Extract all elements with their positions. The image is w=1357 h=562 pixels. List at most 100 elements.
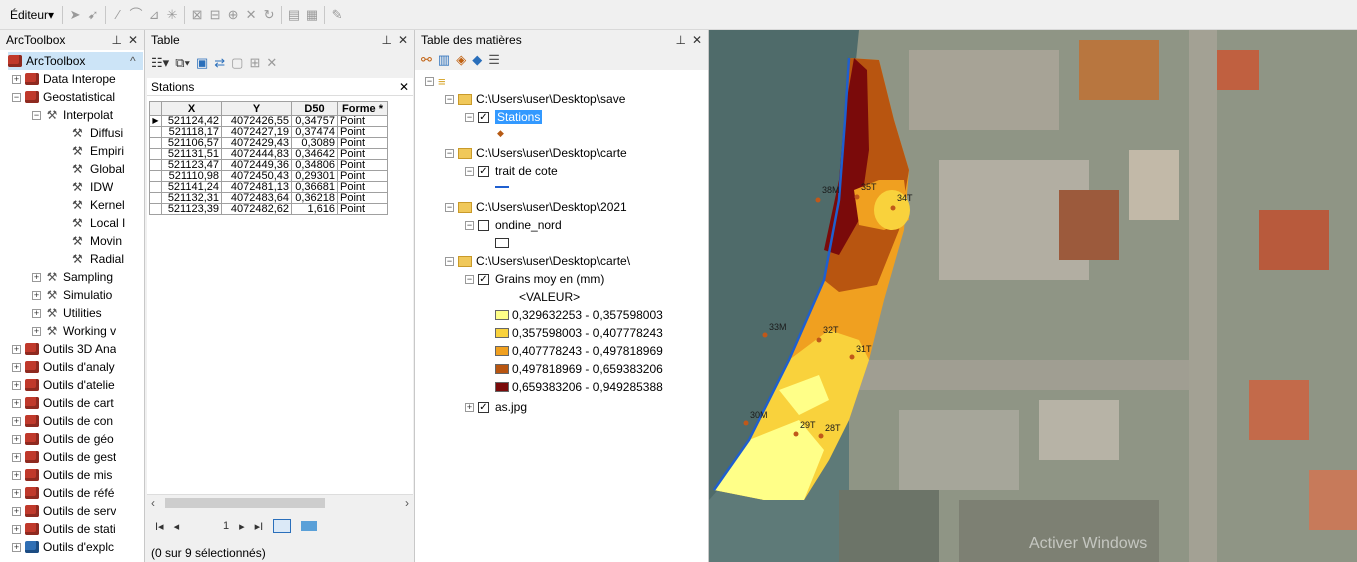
column-header[interactable]: D50 xyxy=(291,101,338,116)
layer-name[interactable]: Stations xyxy=(495,110,543,124)
table-cell[interactable]: 0,34642 xyxy=(291,148,338,160)
tree-item[interactable]: ⚒ Diffusi xyxy=(72,124,123,142)
editor-menu-button[interactable]: Éditeur▾ xyxy=(6,8,58,22)
table-cell[interactable]: 4072426,55 xyxy=(221,115,292,127)
expand-icon[interactable]: + xyxy=(12,380,21,390)
tree-item[interactable]: + Outils de réfé xyxy=(12,484,114,502)
collapse-icon[interactable]: − xyxy=(465,112,474,122)
layer-name[interactable]: ondine_nord xyxy=(495,218,562,232)
record-number-field[interactable]: 1 xyxy=(189,520,229,532)
table-cell[interactable]: 4072449,36 xyxy=(221,159,292,171)
collapse-icon[interactable]: − xyxy=(32,110,41,120)
collapse-icon[interactable]: − xyxy=(465,166,474,176)
table-cell[interactable]: 0,36218 xyxy=(291,192,338,204)
table-cell[interactable]: 521124,42 xyxy=(161,115,222,127)
row-selector[interactable]: ▶ xyxy=(149,115,162,127)
table-cell[interactable]: 4072481,13 xyxy=(221,181,292,193)
tree-item[interactable]: ⚒ Local I xyxy=(72,214,125,232)
tree-item[interactable]: ⚒ Radial xyxy=(72,250,124,268)
collapse-icon[interactable]: − xyxy=(465,274,474,284)
station-point[interactable] xyxy=(816,337,822,343)
switch-selection-icon[interactable]: ⇄ xyxy=(214,55,225,71)
table-row[interactable]: 521131,51 4072444,83 0,34642 Point xyxy=(149,148,388,160)
row-selector[interactable] xyxy=(149,137,162,149)
table-cell[interactable]: 4072427,19 xyxy=(221,126,292,138)
tree-root[interactable]: ArcToolbox ^ xyxy=(8,52,143,70)
table-cell[interactable]: Point xyxy=(337,126,388,138)
reshape-icon[interactable]: ⊕ xyxy=(225,7,241,23)
close-icon[interactable]: ✕ xyxy=(692,33,702,47)
rotate-icon[interactable]: ↻ xyxy=(261,7,277,23)
tree-item[interactable]: + Outils d'analy xyxy=(12,358,115,376)
edit-annotation-icon[interactable]: ➹ xyxy=(85,7,101,23)
close-icon[interactable]: ✕ xyxy=(128,33,138,47)
table-cell[interactable]: 0,34757 xyxy=(291,115,338,127)
row-selector[interactable] xyxy=(149,181,162,193)
zoom-selected-icon[interactable]: ⊞ xyxy=(249,55,260,71)
trait-symbol[interactable] xyxy=(495,178,509,196)
collapse-icon[interactable]: − xyxy=(425,76,434,86)
table-cell[interactable]: 521123,39 xyxy=(161,203,222,215)
expand-icon[interactable]: + xyxy=(32,290,41,300)
layer-name[interactable]: Grains moy en (mm) xyxy=(495,272,604,286)
tree-item[interactable]: + Outils de serv xyxy=(12,502,116,520)
table-layer-tab[interactable]: Stations ✕ xyxy=(147,78,413,96)
tree-item[interactable]: + Outils d'atelie xyxy=(12,376,115,394)
tree-item[interactable]: + ⚒ Utilities xyxy=(32,304,102,322)
show-selected-records-icon[interactable] xyxy=(301,521,318,531)
row-selector[interactable] xyxy=(149,203,162,215)
expand-icon[interactable]: + xyxy=(12,434,21,444)
cut-polygons-icon[interactable]: ⊟ xyxy=(207,7,223,23)
visibility-checkbox[interactable]: ✓ xyxy=(478,273,489,285)
toc-group-2021[interactable]: − C:\Users\user\Desktop\2021 xyxy=(445,198,627,216)
tree-item[interactable]: + Outils de cart xyxy=(12,394,114,412)
station-point[interactable] xyxy=(890,205,896,211)
layer-name[interactable]: as.jpg xyxy=(495,400,527,414)
table-cell[interactable]: 521106,57 xyxy=(161,137,222,149)
toc-layer-trait[interactable]: − ✓ trait de cote xyxy=(465,162,558,180)
visibility-checkbox[interactable] xyxy=(478,219,489,231)
table-cell[interactable]: Point xyxy=(337,192,388,204)
tree-item[interactable]: + Outils de stati xyxy=(12,520,116,538)
list-by-visibility-icon[interactable]: ◈ xyxy=(456,52,466,68)
tree-item[interactable]: − Geostatistical xyxy=(12,88,115,106)
station-point[interactable] xyxy=(815,197,821,203)
table-cell[interactable]: Point xyxy=(337,181,388,193)
midpoint-tool-icon[interactable]: ✳ xyxy=(164,7,180,23)
toc-layer-grains[interactable]: − ✓ Grains moy en (mm) xyxy=(465,270,604,288)
row-selector[interactable] xyxy=(149,148,162,160)
expand-icon[interactable]: + xyxy=(12,452,21,462)
station-point[interactable] xyxy=(743,420,749,426)
collapse-icon[interactable]: − xyxy=(445,256,454,266)
expand-icon[interactable]: + xyxy=(465,402,474,412)
attributes-icon[interactable]: ▤ xyxy=(286,7,302,23)
delete-selected-icon[interactable]: ✕ xyxy=(266,55,277,71)
row-selector[interactable] xyxy=(149,159,162,171)
toc-layer-jpg[interactable]: + ✓ as.jpg xyxy=(465,398,527,416)
table-cell[interactable]: 0,3089 xyxy=(291,137,338,149)
tree-item[interactable]: + ⚒ Simulatio xyxy=(32,286,112,304)
row-selector-header[interactable] xyxy=(149,101,162,116)
pin-icon[interactable]: ⊥ xyxy=(381,33,391,47)
expand-icon[interactable]: + xyxy=(12,470,21,480)
toc-layers-root[interactable]: − ≡ xyxy=(425,72,446,90)
station-point[interactable] xyxy=(762,332,768,338)
map-canvas[interactable]: 38M 35T 34T 33M 32T 31T 30M 29T 28T xyxy=(709,30,1357,562)
table-cell[interactable]: 521123,47 xyxy=(161,159,222,171)
table-row[interactable]: 521141,24 4072481,13 0,36681 Point xyxy=(149,181,388,193)
table-cell[interactable]: 521131,51 xyxy=(161,148,222,160)
delete-vertex-icon[interactable]: ✕ xyxy=(243,7,259,23)
table-cell[interactable]: 521141,24 xyxy=(161,181,222,193)
expand-icon[interactable]: + xyxy=(12,506,21,516)
table-cell[interactable]: 1,616 xyxy=(291,203,338,215)
expand-icon[interactable]: + xyxy=(12,74,21,84)
station-point[interactable] xyxy=(849,354,855,360)
table-cell[interactable]: 4072429,43 xyxy=(221,137,292,149)
straight-segment-icon[interactable]: ⁄ xyxy=(110,7,126,23)
expand-icon[interactable]: + xyxy=(12,398,21,408)
scroll-up-icon[interactable]: ^ xyxy=(130,54,136,68)
row-selector[interactable] xyxy=(149,192,162,204)
table-cell[interactable]: 4072450,43 xyxy=(221,170,292,182)
tree-item[interactable]: + Outils de gest xyxy=(12,448,116,466)
options-icon[interactable]: ☰ xyxy=(488,52,500,68)
